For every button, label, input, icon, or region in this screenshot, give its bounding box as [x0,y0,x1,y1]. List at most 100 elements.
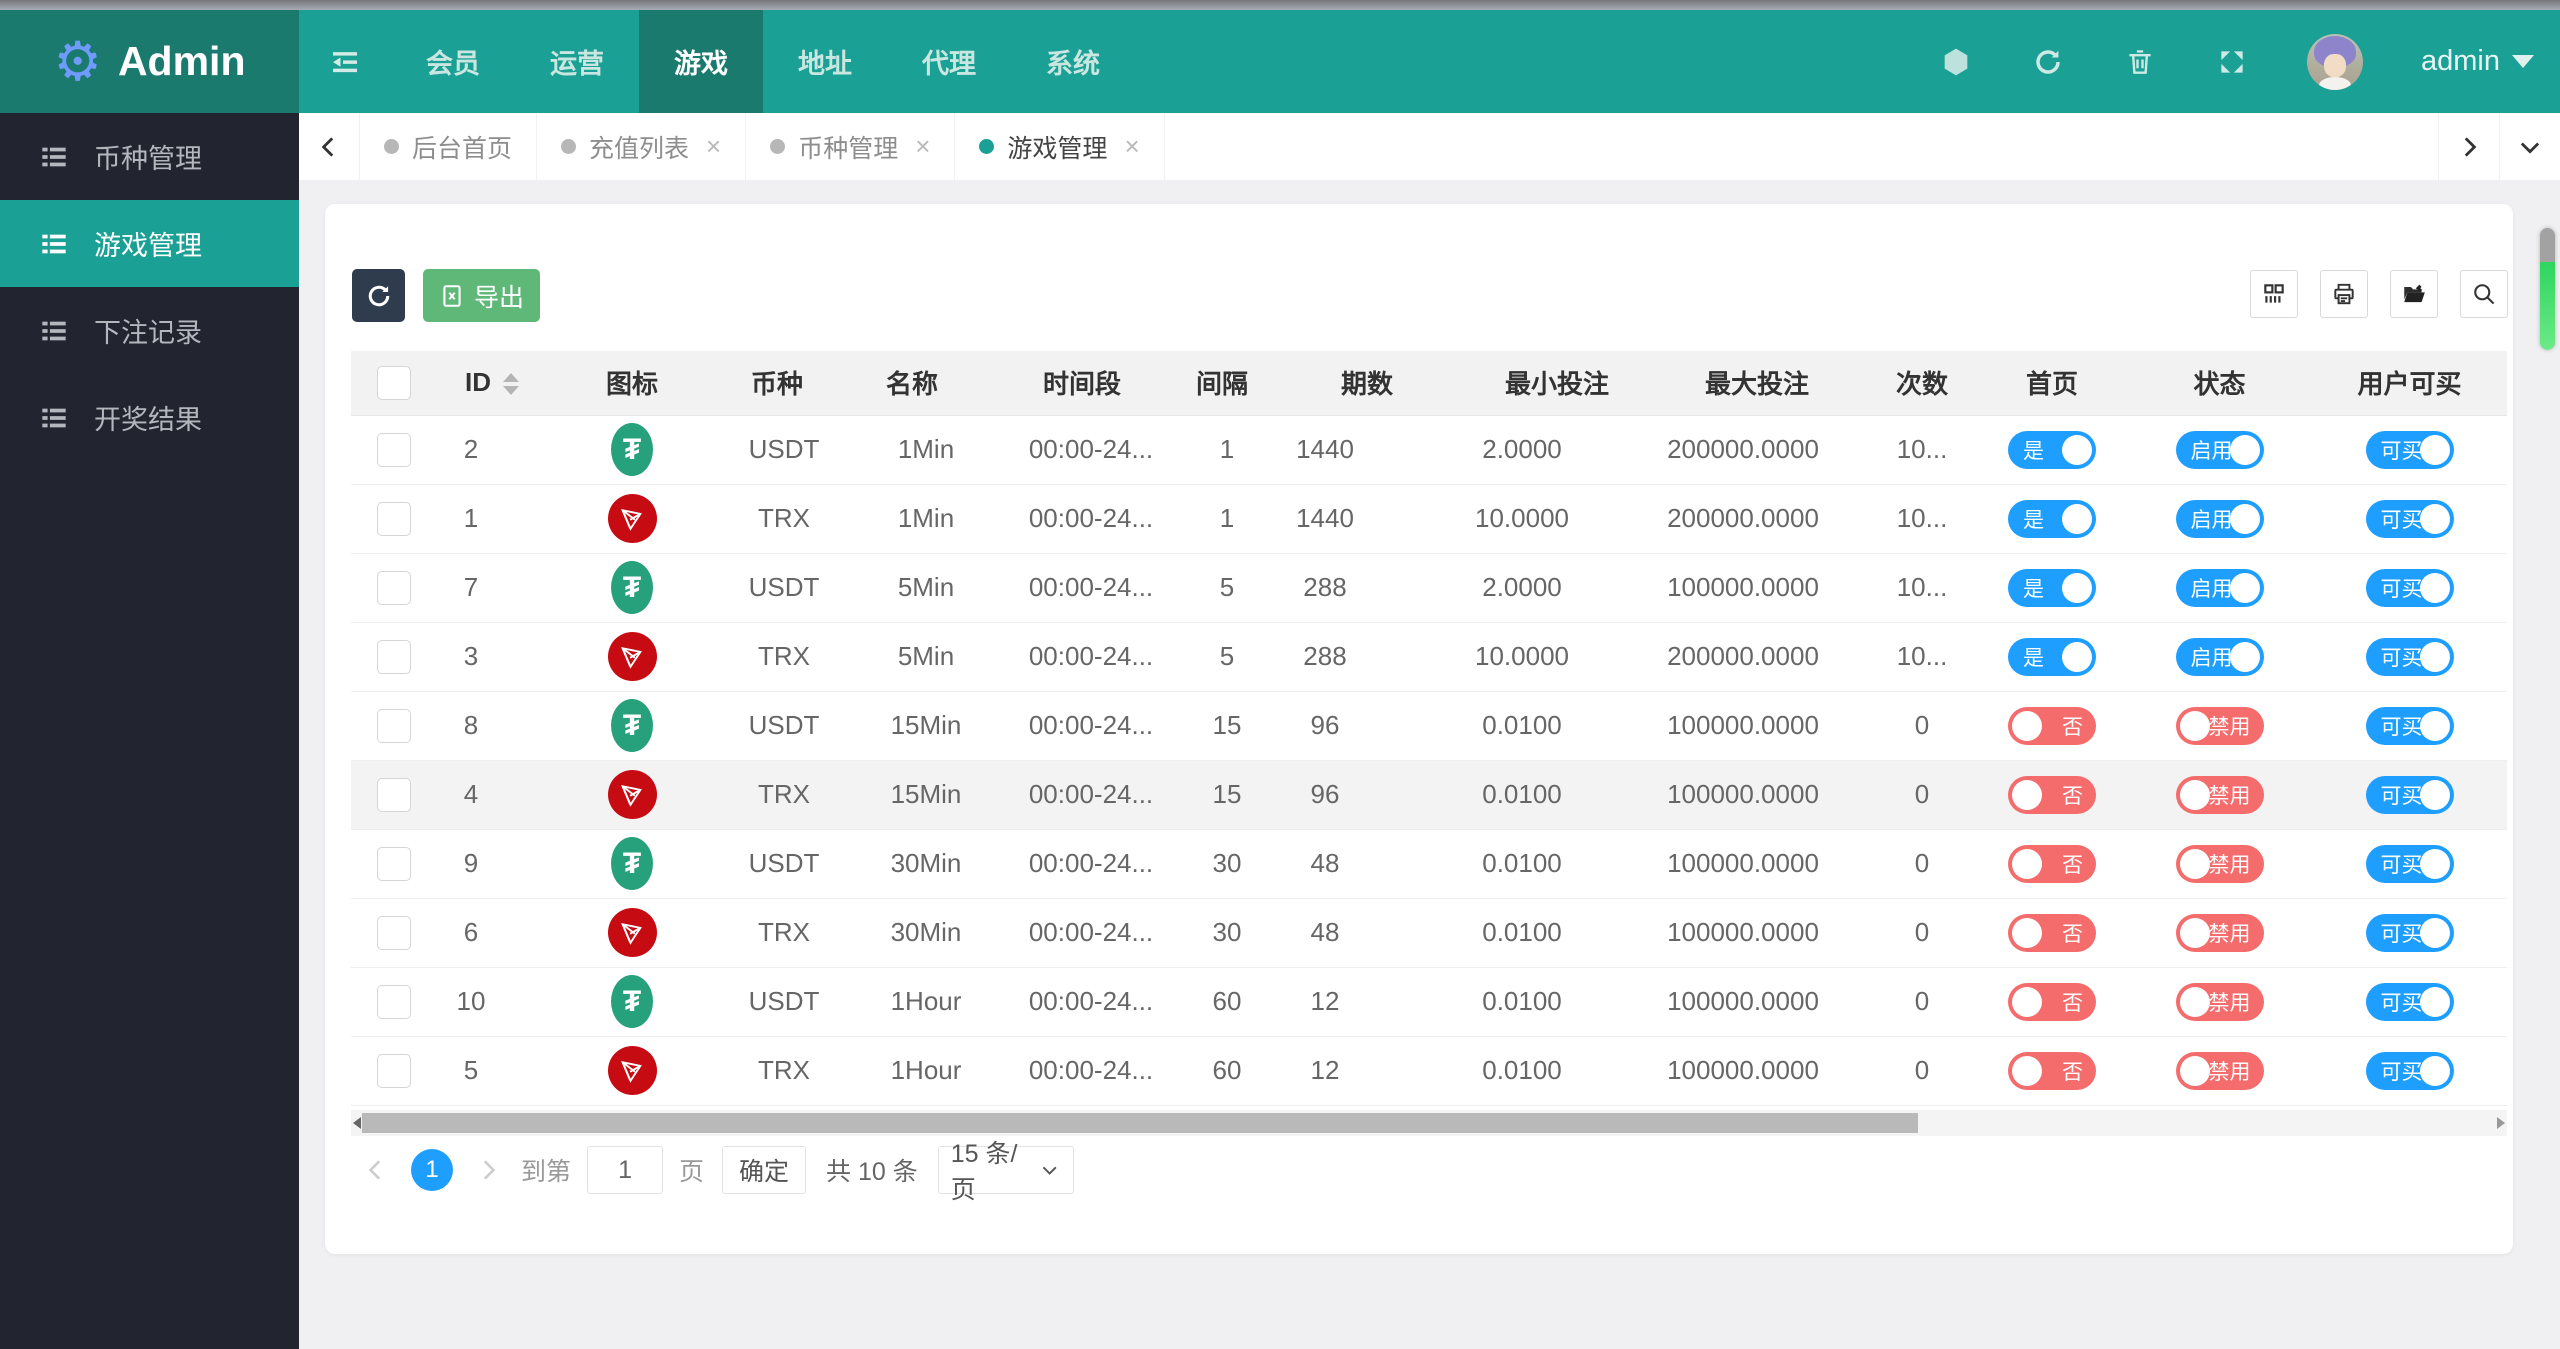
export-data-icon[interactable] [2390,270,2438,318]
row-checkbox[interactable] [377,1053,411,1088]
toggle-user-buy[interactable]: 可买 [2365,568,2454,607]
toggle-user-buy[interactable]: 可买 [2365,775,2454,814]
toggle-home[interactable]: 是 [2008,637,2096,676]
toggle-status[interactable]: 禁用 [2175,844,2264,883]
sidebar-item-lottery-results[interactable]: 开奖结果 [0,374,299,461]
cell-user-buy: 可买 [2312,691,2507,761]
usdt-icon: ₮ [611,975,653,1028]
toggle-home[interactable]: 否 [2008,844,2096,883]
toggle-status[interactable]: 启用 [2175,499,2264,538]
tab-close-icon[interactable]: × [706,131,721,162]
sort-icon[interactable] [503,373,519,396]
cell-times: 0 [1867,829,1977,899]
row-checkbox[interactable] [377,984,411,1019]
toggle-status[interactable]: 禁用 [2175,775,2264,814]
next-page-icon[interactable] [475,1157,501,1183]
tab-coin-management[interactable]: 币种管理 × [746,113,956,180]
toggle-status[interactable]: 禁用 [2175,706,2264,745]
sidebar-item-coin-management[interactable]: 币种管理 [0,113,299,200]
toggle-home[interactable]: 否 [2008,706,2096,745]
toggle-home[interactable]: 否 [2008,982,2096,1021]
row-checkbox[interactable] [377,639,411,674]
nav-item-system[interactable]: 系统 [1025,10,1121,113]
sidebar-item-game-management[interactable]: 游戏管理 [0,200,299,287]
per-page-select[interactable]: 15 条/页 [937,1140,1074,1204]
row-checkbox[interactable] [377,777,411,812]
toggle-status[interactable]: 启用 [2175,568,2264,607]
row-checkbox[interactable] [377,915,411,950]
tabs-scroll-right-icon[interactable] [2438,113,2499,180]
horizontal-scroll-thumb[interactable] [362,1113,1918,1133]
row-checkbox[interactable] [377,501,411,536]
tab-recharge-list[interactable]: 充值列表 × [537,113,747,180]
toggle-user-buy[interactable]: 可买 [2365,982,2454,1021]
toggle-user-buy[interactable]: 可买 [2365,430,2454,469]
toggle-home[interactable]: 是 [2008,499,2096,538]
fullscreen-icon[interactable] [2215,45,2249,79]
prev-page-icon[interactable] [363,1157,389,1183]
nav-item-address[interactable]: 地址 [777,10,873,113]
cell-max-bet: 100000.0000 [1647,691,1867,761]
toggle-status[interactable]: 启用 [2175,637,2264,676]
scroll-right-arrow-icon[interactable] [2497,1117,2505,1129]
print-icon[interactable] [2320,270,2368,318]
page-vertical-scrollbar[interactable] [2540,228,2555,350]
toggle-user-buy[interactable]: 可买 [2365,499,2454,538]
select-all-checkbox[interactable] [377,365,411,400]
cell-status: 禁用 [2127,967,2312,1037]
clear-cache-trash-icon[interactable] [2123,45,2157,79]
search-icon[interactable] [2460,270,2508,318]
toggle-home[interactable]: 是 [2008,568,2096,607]
tabs-menu-chevron-down-icon[interactable] [2499,113,2560,180]
user-menu[interactable]: admin [2421,45,2534,78]
cell-checkbox [351,484,437,554]
row-checkbox[interactable] [377,432,411,467]
cell-coin: TRX [717,1036,837,1106]
column-header[interactable]: ID [437,351,547,416]
toggle-user-buy[interactable]: 可买 [2365,706,2454,745]
tab-close-icon[interactable]: × [1124,131,1139,162]
toggle-home[interactable]: 是 [2008,430,2096,469]
nav-item-games[interactable]: 游戏 [639,10,763,113]
tab-game-management[interactable]: 游戏管理 × [955,113,1165,180]
toggle-user-buy[interactable]: 可买 [2365,913,2454,952]
sidebar-item-bet-records[interactable]: 下注记录 [0,287,299,374]
cell-status: 禁用 [2127,691,2312,761]
cell-id: 1 [437,484,547,554]
toggle-home[interactable]: 否 [2008,913,2096,952]
columns-filter-icon[interactable] [2250,270,2298,318]
nav-item-operations[interactable]: 运营 [529,10,625,113]
row-checkbox[interactable] [377,846,411,881]
toggle-status[interactable]: 禁用 [2175,982,2264,1021]
cell-issues: 48 [1267,898,1467,968]
table-horizontal-scrollbar[interactable] [351,1110,2507,1136]
tab-close-icon[interactable]: × [915,131,930,162]
scroll-left-arrow-icon[interactable] [353,1117,361,1129]
toggle-user-buy[interactable]: 可买 [2365,637,2454,676]
cell-name: 1Min [837,484,987,554]
row-checkbox[interactable] [377,570,411,605]
toggle-user-buy[interactable]: 可买 [2365,1051,2454,1090]
toggle-status[interactable]: 禁用 [2175,913,2264,952]
row-checkbox[interactable] [377,708,411,743]
user-avatar[interactable] [2307,33,2363,90]
refresh-icon[interactable] [2031,45,2065,79]
table-refresh-button[interactable] [352,269,405,322]
sidebar-collapse-icon[interactable] [299,10,391,113]
nav-item-members[interactable]: 会员 [405,10,501,113]
export-button[interactable]: 导出 [423,269,541,322]
theme-hexagon-icon[interactable] [1939,45,1973,79]
nav-item-agents[interactable]: 代理 [901,10,997,113]
confirm-page-button[interactable]: 确定 [722,1146,807,1194]
goto-page-input[interactable] [587,1146,664,1194]
toggle-knob [2012,986,2042,1017]
toggle-home[interactable]: 否 [2008,775,2096,814]
tabs-scroll-left-icon[interactable] [299,113,360,180]
tab-dashboard[interactable]: 后台首页 [360,113,538,180]
toggle-status[interactable]: 启用 [2175,430,2264,469]
toggle-status[interactable]: 禁用 [2175,1051,2264,1090]
toggle-home[interactable]: 否 [2008,1051,2096,1090]
toggle-user-buy[interactable]: 可买 [2365,844,2454,883]
current-page-badge[interactable]: 1 [411,1149,453,1191]
cell-status: 禁用 [2127,898,2312,968]
